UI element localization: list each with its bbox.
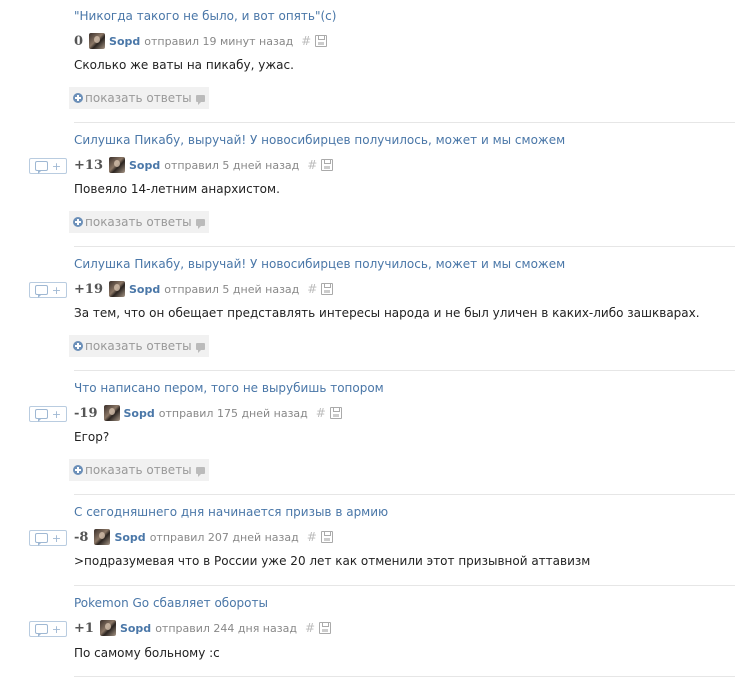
comment-rating: +1 (74, 620, 94, 636)
comment-meta: -8 Sopd отправил 207 дней назад # (74, 529, 333, 545)
reply-button[interactable]: + (29, 530, 67, 546)
comment-text: Егор? (74, 430, 110, 444)
reply-button[interactable]: + (29, 158, 67, 174)
avatar[interactable] (108, 157, 125, 173)
save-icon[interactable] (321, 159, 334, 171)
comment-text: Повеяло 14-летним анархистом. (74, 182, 280, 196)
author-link[interactable]: Sopd (120, 622, 151, 635)
avatar[interactable] (103, 405, 120, 421)
post-title-link[interactable]: Что написано пером, того не вырубишь топ… (74, 381, 384, 395)
permalink-hash[interactable]: # (307, 158, 317, 172)
comment-text: По самому больному :с (74, 646, 220, 660)
comment-rating: +13 (74, 157, 103, 173)
reply-plus-icon: + (51, 407, 62, 421)
comment-text: >подразумевая что в России уже 20 лет ка… (74, 554, 591, 568)
plus-circle-icon (73, 217, 83, 227)
show-replies-label: показать ответы (85, 215, 192, 229)
save-icon[interactable] (320, 531, 333, 543)
comment-meta: 0 Sopd отправил 19 минут назад # (74, 33, 328, 49)
permalink-hash[interactable]: # (307, 282, 317, 296)
sent-time: отправил 175 дней назад (158, 406, 308, 420)
plus-circle-icon (73, 465, 83, 475)
comment-meta: -19 Sopd отправил 175 дней назад # (74, 405, 342, 421)
comment-text: За тем, что он обещает представлять инте… (74, 306, 700, 320)
comment-rating: -8 (74, 529, 89, 545)
reply-plus-icon: + (51, 622, 62, 636)
author-link[interactable]: Sopd (114, 531, 145, 544)
reply-button[interactable]: + (29, 406, 67, 422)
author-link[interactable]: Sopd (129, 283, 160, 296)
show-replies-label: показать ответы (85, 91, 192, 105)
divider (74, 494, 735, 495)
save-icon[interactable] (315, 35, 328, 47)
divider (74, 246, 735, 247)
permalink-hash[interactable]: # (305, 621, 315, 635)
post-title-link[interactable]: Pokemon Go сбавляет обороты (74, 596, 268, 610)
reply-button[interactable]: + (29, 282, 67, 298)
divider (74, 585, 735, 586)
comment-rating: +19 (74, 281, 103, 297)
comment-meta: +1 Sopd отправил 244 дня назад # (74, 620, 331, 636)
show-replies-label: показать ответы (85, 339, 192, 353)
save-icon[interactable] (321, 283, 334, 295)
sent-time: отправил 244 дня назад (155, 621, 297, 635)
comment-meta: +13 Sopd отправил 5 дней назад # (74, 157, 334, 173)
author-link[interactable]: Sopd (129, 159, 160, 172)
reply-button[interactable]: + (29, 621, 67, 637)
sent-time: отправил 5 дней назад (164, 282, 300, 296)
permalink-hash[interactable]: # (316, 406, 326, 420)
post-title-link[interactable]: Силушка Пикабу, выручай! У новосибирцев … (74, 257, 565, 271)
avatar[interactable] (89, 33, 106, 49)
show-replies-button[interactable]: показать ответы (69, 211, 209, 233)
avatar[interactable] (99, 620, 116, 636)
show-replies-button[interactable]: показать ответы (69, 87, 209, 109)
author-link[interactable]: Sopd (124, 407, 155, 420)
reply-plus-icon: + (51, 531, 62, 545)
author-link[interactable]: Sopd (109, 35, 140, 48)
comment-bubble-icon (195, 218, 205, 229)
comment-meta: +19 Sopd отправил 5 дней назад # (74, 281, 334, 297)
show-replies-label: показать ответы (85, 463, 192, 477)
comment-bubble-icon (195, 94, 205, 105)
plus-circle-icon (73, 341, 83, 351)
show-replies-button[interactable]: показать ответы (69, 459, 209, 481)
avatar[interactable] (108, 281, 125, 297)
permalink-hash[interactable]: # (307, 530, 317, 544)
comment-rating: -19 (74, 405, 98, 421)
post-title-link[interactable]: "Никогда такого не было, и вот опять"(с) (74, 9, 336, 23)
sent-time: отправил 19 минут назад (144, 34, 294, 48)
post-title-link[interactable]: Силушка Пикабу, выручай! У новосибирцев … (74, 133, 565, 147)
save-icon[interactable] (329, 407, 342, 419)
comment-rating: 0 (74, 33, 84, 49)
comment-bubble-icon (34, 533, 48, 546)
comment-bubble-icon (34, 285, 48, 298)
post-title-link[interactable]: С сегодняшнего дня начинается призыв в а… (74, 505, 388, 519)
comment-bubble-icon (34, 161, 48, 174)
reply-plus-icon: + (51, 159, 62, 173)
comment-bubble-icon (34, 624, 48, 637)
permalink-hash[interactable]: # (301, 34, 311, 48)
reply-plus-icon: + (51, 283, 62, 297)
comment-bubble-icon (195, 466, 205, 477)
comment-text: Сколько же ваты на пикабу, ужас. (74, 58, 294, 72)
sent-time: отправил 5 дней назад (164, 158, 300, 172)
comment-bubble-icon (195, 342, 205, 353)
avatar[interactable] (94, 529, 111, 545)
save-icon[interactable] (319, 622, 331, 634)
sent-time: отправил 207 дней назад (149, 530, 299, 544)
comment-bubble-icon (34, 409, 48, 422)
divider (74, 122, 735, 123)
divider (74, 676, 735, 677)
show-replies-button[interactable]: показать ответы (69, 335, 209, 357)
divider (74, 370, 735, 371)
plus-circle-icon (73, 93, 83, 103)
